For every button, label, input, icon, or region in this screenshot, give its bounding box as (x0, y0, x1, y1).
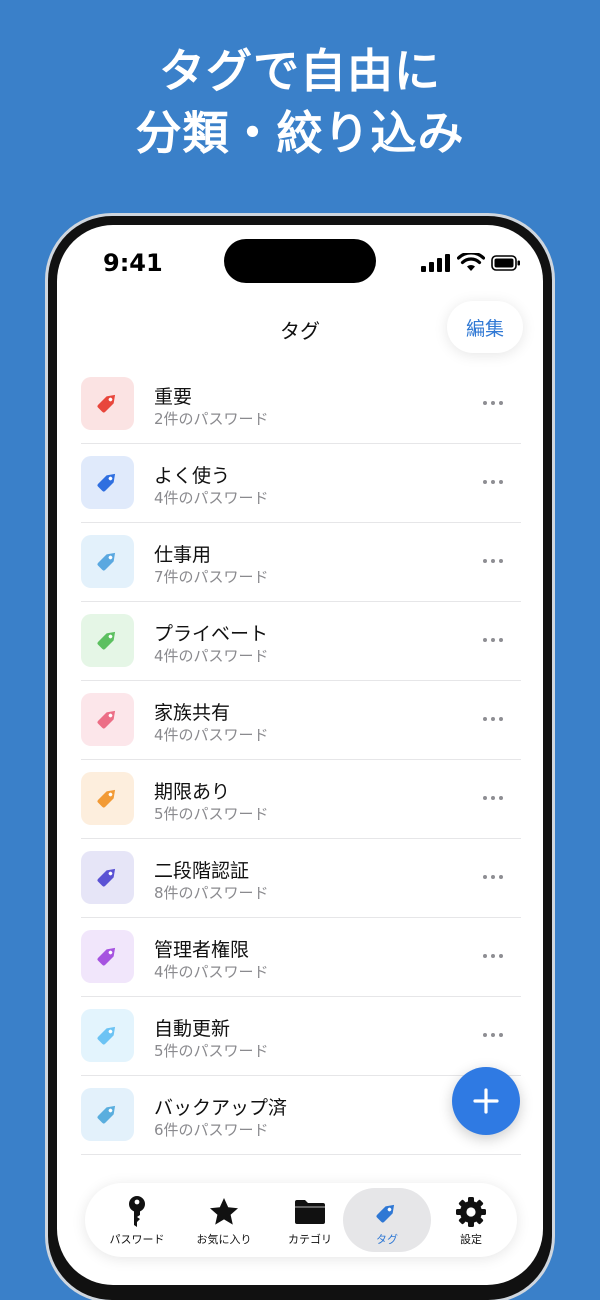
tag-icon (93, 703, 123, 737)
tag-count: 5件のパスワード (154, 1042, 269, 1060)
tag-row[interactable]: プライベート 4件のパスワード (81, 602, 521, 681)
tag-count: 8件のパスワード (154, 884, 269, 902)
signal-icon (421, 254, 450, 272)
key-icon (124, 1194, 150, 1230)
tag-icon-box (81, 456, 134, 509)
tab-folder[interactable]: カテゴリ (266, 1188, 354, 1252)
tag-name: 自動更新 (154, 1018, 231, 1040)
tag-icon (93, 624, 123, 658)
edit-button[interactable]: 編集 (447, 301, 523, 353)
tag-icon (93, 861, 123, 895)
tag-count: 7件のパスワード (154, 568, 269, 586)
tag-icon-box (81, 1009, 134, 1062)
tag-row[interactable]: よく使う 4件のパスワード (81, 444, 521, 523)
tag-icon-box (81, 377, 134, 430)
tag-icon (93, 1098, 123, 1132)
tag-name: 仕事用 (154, 544, 212, 566)
tag-icon-box (81, 851, 134, 904)
tag-icon-box (81, 693, 134, 746)
tag-count: 5件のパスワード (154, 805, 269, 823)
more-options-icon[interactable] (483, 1033, 503, 1037)
tab-tag[interactable]: タグ (343, 1188, 431, 1252)
tag-count: 2件のパスワード (154, 410, 269, 428)
tag-icon (93, 545, 123, 579)
tab-bar: パスワード お気に入り カテゴリ タグ 設定 (85, 1183, 517, 1257)
more-options-icon[interactable] (483, 480, 503, 484)
tag-icon (372, 1194, 402, 1230)
tag-name: バックアップ済 (154, 1097, 288, 1119)
status-time: 9:41 (103, 249, 163, 277)
tab-label: 設定 (460, 1233, 482, 1246)
tab-label: パスワード (109, 1233, 165, 1246)
plus-icon (473, 1088, 499, 1114)
star-icon (208, 1194, 240, 1230)
tab-label: カテゴリ (288, 1233, 332, 1246)
tag-count: 6件のパスワード (154, 1121, 269, 1139)
tag-name: 管理者権限 (154, 939, 250, 961)
tab-gear[interactable]: 設定 (427, 1188, 515, 1252)
more-options-icon[interactable] (483, 875, 503, 879)
tag-icon (93, 782, 123, 816)
tab-label: お気に入り (196, 1233, 252, 1246)
tag-row[interactable]: 二段階認証 8件のパスワード (81, 839, 521, 918)
tag-name: よく使う (154, 465, 231, 487)
tag-name: 二段階認証 (154, 860, 250, 882)
tag-row[interactable]: 仕事用 7件のパスワード (81, 523, 521, 602)
more-options-icon[interactable] (483, 717, 503, 721)
tag-row[interactable]: 家族共有 4件のパスワード (81, 681, 521, 760)
tag-icon (93, 387, 123, 421)
more-options-icon[interactable] (483, 401, 503, 405)
promo-line-1: タグで自由に (159, 44, 441, 98)
promo-line-2: 分類・絞り込み (135, 106, 465, 160)
battery-icon (491, 255, 520, 271)
tag-name: 重要 (154, 386, 193, 408)
status-icons (421, 253, 521, 273)
tag-row[interactable]: 重要 2件のパスワード (81, 365, 521, 444)
add-tag-button[interactable] (452, 1067, 520, 1135)
gear-icon (455, 1194, 487, 1230)
tab-label: タグ (376, 1233, 398, 1246)
tag-name: 家族共有 (154, 702, 231, 724)
tag-list: 重要 2件のパスワード よく使う 4件のパスワード 仕事用 7件のパスワード プライベート 4… (81, 365, 521, 1155)
phone-screen: 9:41 タグ 編集 重要 2件のパスワード よく使う 4件のパスワード 仕事用 7件のパ… (57, 225, 543, 1285)
tag-icon (93, 940, 123, 974)
tag-row[interactable]: 期限あり 5件のパスワード (81, 760, 521, 839)
tag-icon-box (81, 614, 134, 667)
tag-name: 期限あり (154, 781, 231, 803)
tag-count: 4件のパスワード (154, 647, 269, 665)
tag-count: 4件のパスワード (154, 489, 269, 507)
tag-icon (93, 466, 123, 500)
more-options-icon[interactable] (483, 638, 503, 642)
tab-key[interactable]: パスワード (93, 1188, 181, 1252)
more-options-icon[interactable] (483, 954, 503, 958)
tag-count: 4件のパスワード (154, 963, 269, 981)
promo-headline: タグで自由に 分類・絞り込み (0, 40, 600, 164)
tag-row[interactable]: 管理者権限 4件のパスワード (81, 918, 521, 997)
tag-icon-box (81, 535, 134, 588)
more-options-icon[interactable] (483, 796, 503, 800)
status-bar: 9:41 (57, 225, 543, 305)
tag-icon (93, 1019, 123, 1053)
more-options-icon[interactable] (483, 559, 503, 563)
dynamic-island (224, 239, 376, 283)
tag-row[interactable]: 自動更新 5件のパスワード (81, 997, 521, 1076)
tag-name: プライベート (154, 623, 269, 645)
tag-icon-box (81, 772, 134, 825)
tag-icon-box (81, 930, 134, 983)
tag-count: 4件のパスワード (154, 726, 269, 744)
tab-star[interactable]: お気に入り (180, 1188, 268, 1252)
tag-icon-box (81, 1088, 134, 1141)
wifi-icon (457, 253, 485, 271)
folder-icon (293, 1194, 327, 1230)
